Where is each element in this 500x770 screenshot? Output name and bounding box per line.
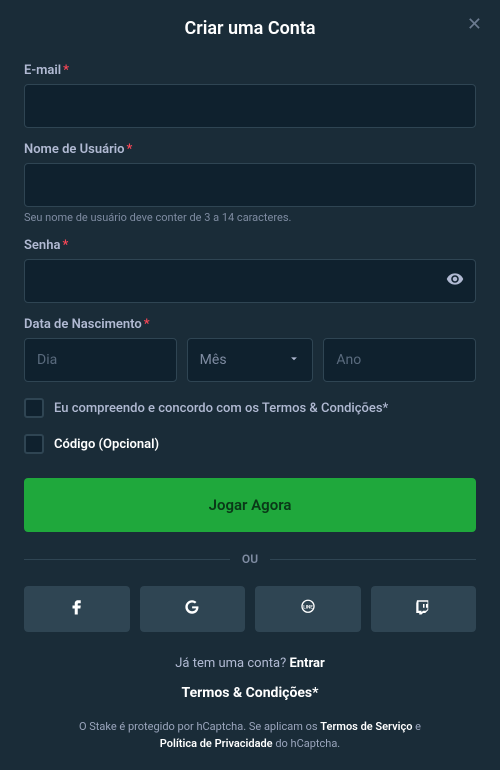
twitch-icon [414, 598, 432, 620]
login-prompt-line: Já tem uma conta? Entrar [24, 656, 476, 671]
terms-checkbox-label: Eu compreendo e concordo com os Termos &… [54, 401, 388, 416]
code-checkbox-label: Código (Opcional) [54, 437, 159, 452]
username-input[interactable] [24, 163, 476, 207]
line-button[interactable]: LINE [255, 586, 361, 632]
code-checkbox[interactable] [24, 434, 44, 454]
password-label: Senha* [24, 238, 476, 253]
google-icon [183, 598, 201, 620]
login-prompt-text: Já tem uma conta? [175, 656, 289, 671]
dob-field-group: Data de Nascimento* Mês [24, 317, 476, 382]
submit-button[interactable]: Jogar Agora [24, 478, 476, 532]
dob-day-input[interactable] [24, 338, 177, 382]
footer: Já tem uma conta? Entrar Termos & Condiç… [24, 656, 476, 752]
facebook-button[interactable] [24, 586, 130, 632]
modal-title: Criar uma Conta [24, 18, 476, 39]
svg-text:LINE: LINE [303, 605, 313, 611]
eye-icon[interactable] [446, 270, 464, 292]
username-label: Nome de Usuário* [24, 142, 476, 157]
close-icon[interactable]: ✕ [467, 14, 482, 35]
social-buttons: LINE [24, 586, 476, 632]
twitch-button[interactable] [371, 586, 477, 632]
username-hint: Seu nome de usuário deve conter de 3 a 1… [24, 211, 476, 224]
email-field-group: E-mail* [24, 63, 476, 128]
login-link[interactable]: Entrar [289, 656, 324, 671]
code-checkbox-row: Código (Opcional) [24, 434, 476, 454]
captcha-notice: O Stake é protegido por hCaptcha. Se apl… [24, 719, 476, 752]
dob-month-select[interactable]: Mês [187, 338, 314, 382]
dob-year-input[interactable] [323, 338, 476, 382]
line-icon: LINE [299, 598, 317, 620]
divider-text: OU [242, 552, 258, 566]
captcha-tos-link[interactable]: Termos de Serviço [320, 720, 412, 733]
email-input[interactable] [24, 84, 476, 128]
google-button[interactable] [140, 586, 246, 632]
email-label: E-mail* [24, 63, 476, 78]
terms-checkbox[interactable] [24, 398, 44, 418]
username-field-group: Nome de Usuário* Seu nome de usuário dev… [24, 142, 476, 224]
facebook-icon [68, 598, 86, 620]
signup-modal: ✕ Criar uma Conta E-mail* Nome de Usuári… [0, 0, 500, 770]
terms-link[interactable]: Termos & Condições* [24, 685, 476, 701]
terms-checkbox-row: Eu compreendo e concordo com os Termos &… [24, 398, 476, 418]
dob-label: Data de Nascimento* [24, 317, 476, 332]
divider-line [24, 559, 230, 560]
divider-line [270, 559, 476, 560]
divider: OU [24, 552, 476, 566]
password-field-group: Senha* [24, 238, 476, 303]
password-input[interactable] [24, 259, 476, 303]
